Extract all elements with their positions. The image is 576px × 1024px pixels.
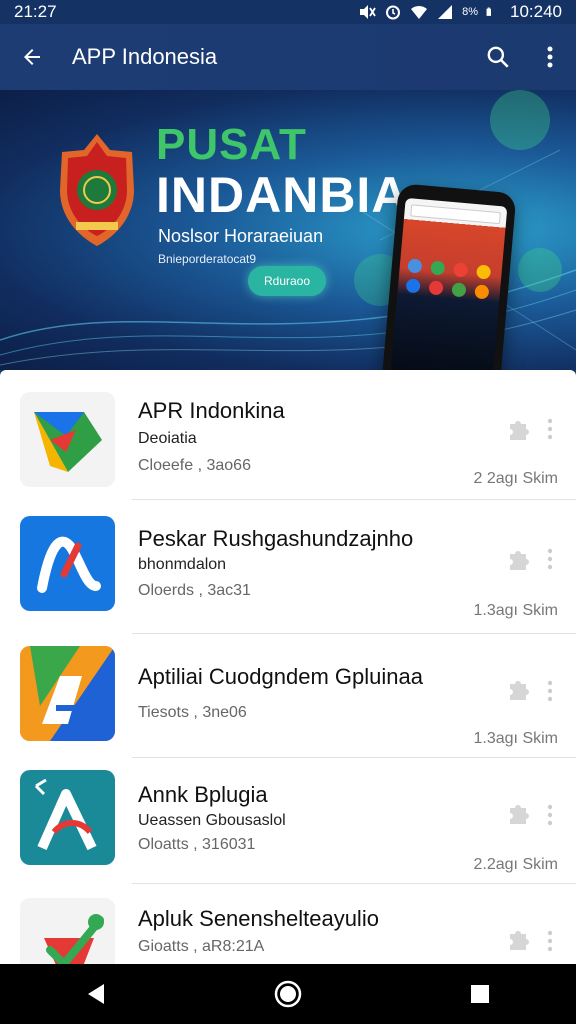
battery-icon	[486, 7, 491, 16]
app-subtitle: Deoiatia	[138, 430, 197, 447]
battery-level: 8%	[462, 6, 478, 18]
hero-subtitle: Noslsor Horaraeiuan	[158, 226, 324, 246]
puzzle-icon[interactable]	[506, 418, 530, 440]
triangle-back-icon	[88, 984, 104, 1004]
app-meta: Oloerds , 3ac31	[138, 582, 251, 599]
app-subtitle: Ueassen Gbousaslol	[138, 812, 286, 829]
item-more-button[interactable]	[540, 546, 560, 572]
status-icons: 8% 10:240	[358, 2, 562, 22]
puzzle-icon[interactable]	[506, 802, 530, 824]
page-title: APP Indonesia	[72, 44, 218, 69]
item-more-button[interactable]	[540, 928, 560, 954]
more-vert-icon	[547, 418, 553, 440]
app-meta: Oloatts , 316031	[138, 836, 256, 853]
app-size: 2.2agı Skim	[473, 856, 558, 873]
app-name: Annk Bplugia	[138, 782, 268, 807]
more-vert-icon	[547, 804, 553, 826]
app-size: 2 2agı Skim	[473, 470, 558, 487]
status-bar: 21:27 8% 10:240	[0, 0, 576, 24]
list-item[interactable]: Peskar Rushgashundzajnho bhonmdalon Oloe…	[0, 500, 576, 634]
puzzle-icon[interactable]	[506, 548, 530, 570]
app-meta: Gioatts , aR8:21A	[138, 938, 265, 955]
back-button[interactable]	[0, 24, 64, 90]
list-item[interactable]: Annk Bplugia Ueassen Gbousaslol Oloatts …	[0, 758, 576, 884]
more-vert-icon	[547, 46, 553, 68]
app-icon	[20, 516, 115, 611]
app-size: 1.3agı Skim	[473, 730, 558, 747]
app-name: Apluk Senenshelteayulio	[138, 906, 379, 931]
phone-screen	[390, 197, 508, 370]
puzzle-icon[interactable]	[506, 928, 530, 950]
phone-app-grid	[405, 258, 495, 300]
mute-icon	[360, 5, 376, 19]
search-button[interactable]	[472, 24, 524, 90]
app-name: Aptiliai Cuodgndem Gpluinaa	[138, 664, 423, 689]
app-meta: Tiesots , 3ne06	[138, 704, 247, 721]
more-vert-icon	[547, 680, 553, 702]
app-list: APR Indonkina Deoiatia Cloeefe , 3ao66 2…	[0, 370, 576, 964]
app-icon	[20, 898, 115, 964]
item-more-button[interactable]	[540, 802, 560, 828]
hero-title-line2: INDANBIA	[156, 167, 409, 223]
system-nav-bar	[0, 964, 576, 1024]
phone-illustration	[381, 183, 517, 370]
list-item[interactable]: Apluk Senenshelteayulio Gioatts , aR8:21…	[0, 884, 576, 964]
alarm-icon	[386, 5, 401, 20]
app-icon	[20, 646, 115, 741]
app-meta: Cloeefe , 3ao66	[138, 457, 251, 474]
nav-back-button[interactable]	[66, 964, 126, 1024]
overflow-menu-button[interactable]	[524, 24, 576, 90]
more-vert-icon	[547, 930, 553, 952]
hero-cta-button[interactable]: Rduraoo	[248, 266, 326, 296]
item-more-button[interactable]	[540, 416, 560, 442]
search-icon	[487, 46, 509, 68]
hero-subtitle-small: Bnieporderatocat9	[158, 252, 257, 266]
app-icon	[20, 392, 115, 487]
nav-home-button[interactable]	[258, 964, 318, 1024]
list-item[interactable]: APR Indonkina Deoiatia Cloeefe , 3ao66 2…	[0, 370, 576, 500]
app-bar-actions	[472, 24, 576, 90]
wifi-icon	[411, 5, 428, 19]
hero-title-line1: PUSAT	[156, 120, 307, 169]
list-item[interactable]: Aptiliai Cuodgndem Gpluinaa Tiesots , 3n…	[0, 634, 576, 758]
emblem-shield-icon	[60, 134, 134, 246]
app-subtitle: bhonmdalon	[138, 556, 227, 573]
app-icon	[20, 770, 115, 865]
app-size: 1.3agı Skim	[473, 602, 558, 619]
puzzle-icon[interactable]	[506, 678, 530, 700]
more-vert-icon	[547, 548, 553, 570]
nav-recents-button[interactable]	[450, 964, 510, 1024]
app-name: Peskar Rushgashundzajnho	[138, 526, 414, 551]
arrow-left-icon	[24, 49, 40, 65]
status-time: 21:27	[14, 2, 57, 21]
circle-home-icon	[274, 980, 302, 1008]
status-clock: 10:240	[510, 2, 562, 21]
app-name: APR Indonkina	[138, 398, 285, 423]
signal-icon	[438, 5, 453, 19]
app-bar: APP Indonesia	[0, 24, 576, 90]
item-more-button[interactable]	[540, 678, 560, 704]
square-recent-icon	[471, 985, 489, 1003]
hero-banner[interactable]: PUSAT INDANBIA Noslsor Horaraeiuan Bniep…	[0, 90, 576, 370]
phone-search-bar	[410, 204, 501, 225]
